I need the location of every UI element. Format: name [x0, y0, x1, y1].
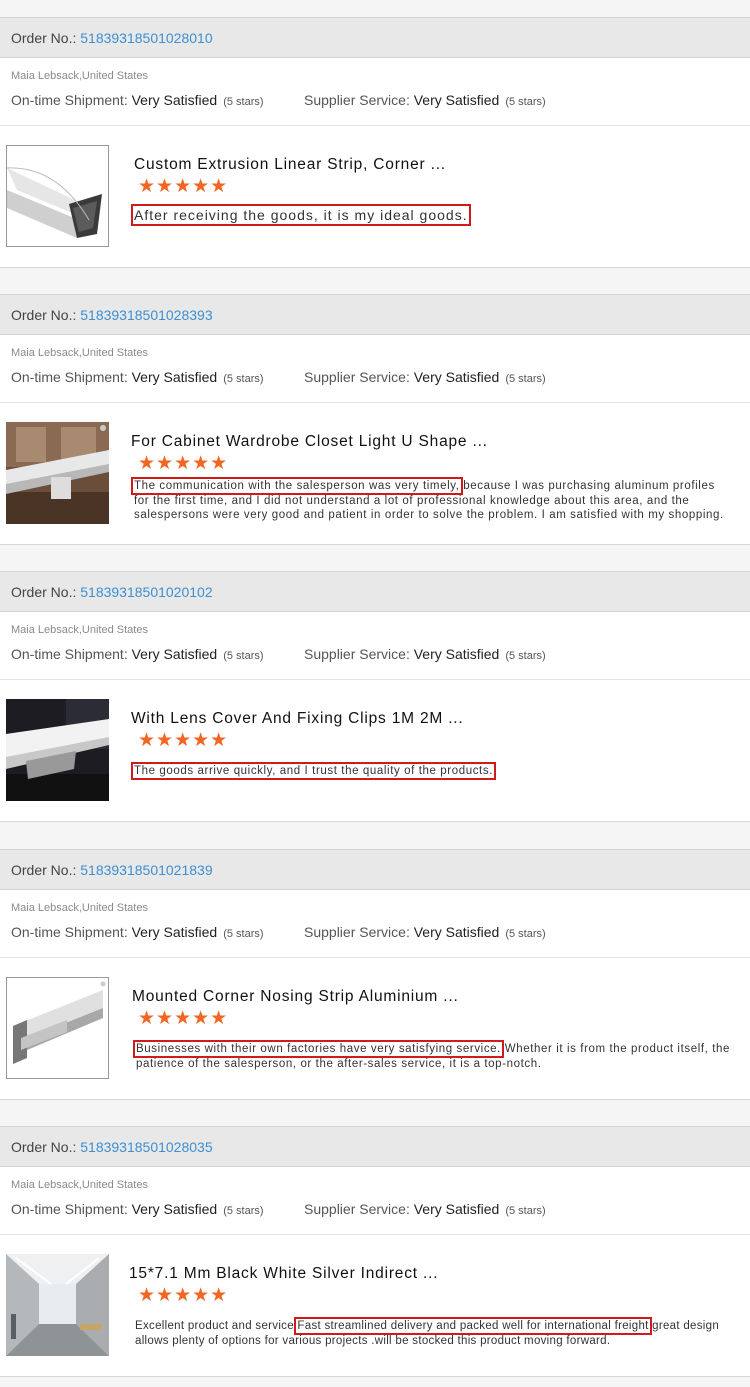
product-thumbnail[interactable] [6, 1254, 109, 1356]
product-row: 15*7.1 Mm Black White Silver Indirect ..… [0, 1235, 750, 1377]
product-thumbnail[interactable] [6, 699, 109, 801]
order-bar: Order No.: 51839318501020102 [0, 571, 750, 612]
product-title[interactable]: 15*7.1 Mm Black White Silver Indirect ..… [129, 1265, 438, 1283]
on-time-shipment-rating: On-time Shipment: Very Satisfied (5 stars… [11, 924, 264, 940]
review-comment: The communication with the salesperson w… [131, 477, 724, 521]
buyer-name: Maia Lebsack,United States [11, 70, 148, 82]
review-info: Maia Lebsack,United States On-time Shipm… [0, 890, 750, 958]
supplier-service-rating: Supplier Service: Very Satisfied (5 stars… [304, 92, 546, 108]
star-rating: ★★★★★ [138, 1285, 229, 1306]
review-card: Order No.: 51839318501021839 Maia Lebsac… [0, 849, 750, 1100]
order-bar: Order No.: 51839318501021839 [0, 849, 750, 890]
star-rating: ★★★★★ [138, 730, 229, 751]
product-title[interactable]: For Cabinet Wardrobe Closet Light U Shap… [131, 433, 488, 451]
order-number: Order No.: 51839318501021839 [11, 862, 213, 878]
order-number: Order No.: 51839318501028010 [11, 30, 213, 46]
order-number-link[interactable]: 51839318501028010 [80, 30, 212, 46]
on-time-shipment-rating: On-time Shipment: Very Satisfied (5 stars… [11, 1201, 264, 1217]
order-number: Order No.: 51839318501028035 [11, 1139, 213, 1155]
buyer-name: Maia Lebsack,United States [11, 347, 148, 359]
product-thumbnail[interactable] [6, 977, 109, 1079]
supplier-service-rating: Supplier Service: Very Satisfied (5 stars… [304, 924, 546, 940]
order-bar: Order No.: 51839318501028035 [0, 1126, 750, 1167]
highlighted-comment: The communication with the salesperson w… [131, 477, 463, 495]
review-card: Order No.: 51839318501028035 Maia Lebsac… [0, 1126, 750, 1377]
review-comment: Excellent product and service Fast strea… [135, 1317, 720, 1347]
product-thumbnail[interactable] [6, 145, 109, 247]
highlighted-comment: The goods arrive quickly, and I trust th… [131, 762, 496, 780]
order-number-link[interactable]: 51839318501020102 [80, 584, 212, 600]
review-comment: The goods arrive quickly, and I trust th… [131, 762, 730, 780]
buyer-name: Maia Lebsack,United States [11, 1179, 148, 1191]
on-time-shipment-rating: On-time Shipment: Very Satisfied (5 stars… [11, 92, 264, 108]
highlighted-comment: Businesses with their own factories have… [133, 1040, 504, 1058]
product-thumbnail[interactable] [6, 422, 109, 524]
product-title[interactable]: Mounted Corner Nosing Strip Aluminium ..… [132, 988, 459, 1006]
supplier-service-rating: Supplier Service: Very Satisfied (5 stars… [304, 369, 546, 385]
product-title[interactable]: Custom Extrusion Linear Strip, Corner ..… [134, 156, 446, 174]
review-info: Maia Lebsack,United States On-time Shipm… [0, 335, 750, 403]
order-bar: Order No.: 51839318501028010 [0, 17, 750, 58]
review-card: Order No.: 51839318501020102 Maia Lebsac… [0, 571, 750, 822]
highlighted-comment: After receiving the goods, it is my idea… [131, 204, 471, 226]
star-rating: ★★★★★ [138, 176, 229, 197]
review-info: Maia Lebsack,United States On-time Shipm… [0, 1167, 750, 1235]
order-bar: Order No.: 51839318501028393 [0, 294, 750, 335]
order-number-link[interactable]: 51839318501028393 [80, 307, 212, 323]
review-comment: After receiving the goods, it is my idea… [131, 204, 734, 226]
product-row: Mounted Corner Nosing Strip Aluminium ..… [0, 958, 750, 1100]
order-number-link[interactable]: 51839318501021839 [80, 862, 212, 878]
review-info: Maia Lebsack,United States On-time Shipm… [0, 612, 750, 680]
buyer-name: Maia Lebsack,United States [11, 902, 148, 914]
on-time-shipment-rating: On-time Shipment: Very Satisfied (5 stars… [11, 646, 264, 662]
on-time-shipment-rating: On-time Shipment: Very Satisfied (5 stars… [11, 369, 264, 385]
buyer-name: Maia Lebsack,United States [11, 624, 148, 636]
product-row: Custom Extrusion Linear Strip, Corner ..… [0, 126, 750, 268]
supplier-service-rating: Supplier Service: Very Satisfied (5 stars… [304, 1201, 546, 1217]
review-card: Order No.: 51839318501028010 Maia Lebsac… [0, 17, 750, 268]
order-number: Order No.: 51839318501028393 [11, 307, 213, 323]
highlighted-comment: Fast streamlined delivery and packed wel… [294, 1317, 652, 1335]
order-number: Order No.: 51839318501020102 [11, 584, 213, 600]
review-comment: Businesses with their own factories have… [133, 1040, 731, 1070]
order-number-link[interactable]: 51839318501028035 [80, 1139, 212, 1155]
review-info: Maia Lebsack,United States On-time Shipm… [0, 58, 750, 126]
review-card: Order No.: 51839318501028393 Maia Lebsac… [0, 294, 750, 545]
product-row: For Cabinet Wardrobe Closet Light U Shap… [0, 403, 750, 545]
supplier-service-rating: Supplier Service: Very Satisfied (5 stars… [304, 646, 546, 662]
product-title[interactable]: With Lens Cover And Fixing Clips 1M 2M .… [131, 710, 464, 728]
product-row: With Lens Cover And Fixing Clips 1M 2M .… [0, 680, 750, 822]
star-rating: ★★★★★ [138, 1008, 229, 1029]
star-rating: ★★★★★ [138, 453, 229, 474]
